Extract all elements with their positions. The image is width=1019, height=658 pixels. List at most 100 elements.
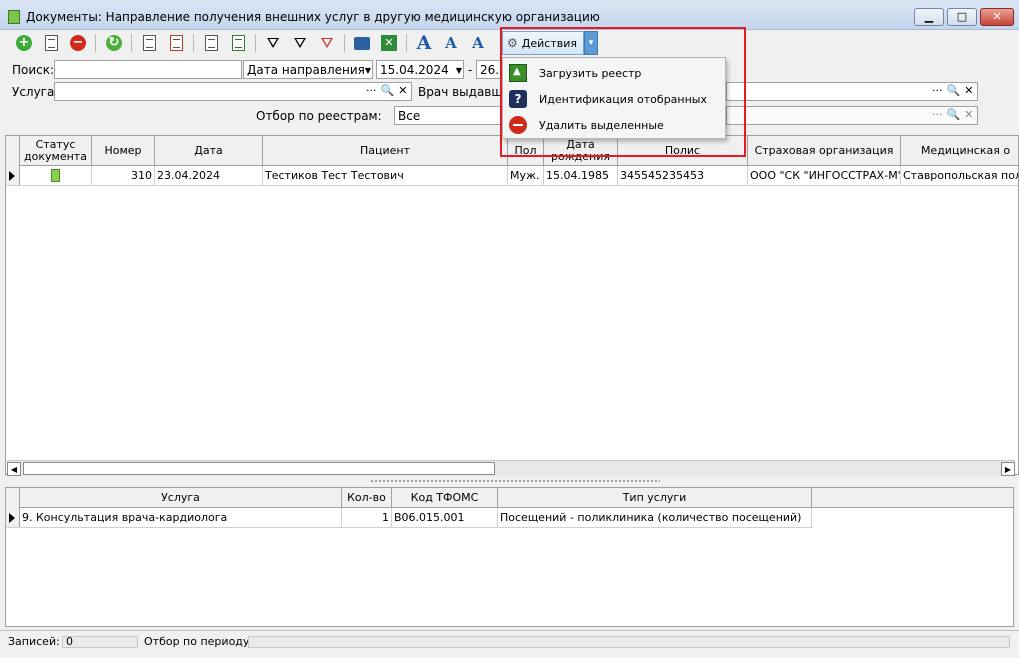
status-bar: Записей: 0 Отбор по периоду: <box>0 630 1019 658</box>
column-header[interactable]: Дата <box>155 136 263 166</box>
check-doc-button[interactable] <box>138 33 160 53</box>
column-header[interactable]: Статус документа <box>20 136 92 166</box>
menu-item-delete-selected[interactable]: Удалить выделенные <box>503 112 725 138</box>
column-header[interactable]: Код ТФОМС <box>392 488 498 508</box>
code-cell: B06.015.001 <box>392 508 498 527</box>
records-value: 0 <box>66 635 73 648</box>
service-type-cell: Посещений - поликлиника (количество посе… <box>498 508 812 527</box>
qty-cell: 1 <box>342 508 392 527</box>
birth-date-cell: 15.04.1985 <box>544 166 618 185</box>
column-header[interactable]: Страховая организация <box>748 136 901 166</box>
search-label: Поиск: <box>12 63 55 77</box>
column-header[interactable]: Полис <box>618 136 748 166</box>
column-chooser-icon[interactable] <box>6 136 20 166</box>
toolbar-separator <box>255 34 256 52</box>
refresh-button[interactable]: ↻ <box>103 33 125 53</box>
column-header[interactable]: Пол <box>508 136 544 166</box>
delete-icon <box>509 116 527 134</box>
filter-clear-button[interactable]: ⛛ <box>316 33 338 53</box>
cancel-doc-button[interactable] <box>165 33 187 53</box>
toolbar-separator <box>131 34 132 52</box>
gender-cell: Муж. <box>508 166 544 185</box>
minimize-button[interactable]: ▁ <box>914 8 944 26</box>
clear-icon[interactable]: ✕ <box>964 108 973 121</box>
column-header[interactable]: Услуга <box>20 488 342 508</box>
search-icon[interactable]: 🔍 <box>381 84 395 97</box>
column-header[interactable]: Дата рождения <box>544 136 618 166</box>
registry-field-buttons: ··· 🔍 ✕ <box>932 108 973 121</box>
clear-icon[interactable]: ✕ <box>964 84 973 97</box>
maximize-button[interactable]: □ <box>947 8 977 26</box>
add-icon: + <box>16 35 32 51</box>
panel-splitter[interactable] <box>370 479 660 484</box>
actions-label: Действия <box>521 36 577 50</box>
print-button[interactable] <box>351 33 373 53</box>
clear-icon[interactable]: ✕ <box>398 84 407 97</box>
excel-button[interactable]: ✕ <box>378 33 400 53</box>
actions-dropdown-arrow[interactable]: ▾ <box>584 31 598 55</box>
service-input[interactable] <box>54 82 412 101</box>
actions-menu: Загрузить реестр ? Идентификация отобран… <box>502 57 726 139</box>
search-input[interactable] <box>54 60 242 79</box>
ellipsis-icon[interactable]: ··· <box>932 108 943 121</box>
close-button[interactable]: ✕ <box>980 8 1014 26</box>
row-pointer-icon <box>9 513 15 523</box>
table-row[interactable]: 310 23.04.2024 Тестиков Тест Тестович Му… <box>6 166 1018 186</box>
horizontal-scrollbar[interactable]: ◀ ▶ <box>7 460 1015 476</box>
scroll-right-icon[interactable]: ▶ <box>1001 462 1015 476</box>
period-label: Отбор по периоду: <box>144 635 254 648</box>
paste-icon <box>231 35 245 51</box>
toolbar-separator <box>95 34 96 52</box>
column-header[interactable]: Тип услуги <box>498 488 812 508</box>
search-icon[interactable]: 🔍 <box>947 108 961 121</box>
menu-item-label: Идентификация отобранных <box>539 93 707 106</box>
delete-button[interactable]: − <box>67 33 89 53</box>
ellipsis-icon[interactable]: ··· <box>932 84 943 97</box>
doctor-field-buttons: ··· 🔍 ✕ <box>932 84 973 97</box>
date-separator: - <box>468 63 473 77</box>
registry-label: Отбор по реестрам: <box>256 109 382 123</box>
date-from-input[interactable]: 15.04.2024 ▼ <box>376 60 464 79</box>
documents-grid: Статус документа Номер Дата Пациент Пол … <box>5 135 1019 475</box>
font-increase-icon: A <box>416 32 432 54</box>
gear-icon: ⚙ <box>507 36 518 50</box>
insurer-cell: ООО "СК "ИНГОССТРАХ-М" <box>748 166 901 185</box>
table-row[interactable]: 9. Консультация врача-кардиолога 1 B06.0… <box>6 508 813 528</box>
scroll-thumb[interactable] <box>23 462 495 475</box>
font-decrease-icon: A <box>445 34 457 52</box>
filter-edit-button[interactable]: ⛛ <box>289 33 311 53</box>
date-type-select[interactable]: Дата направления ▼ <box>243 60 373 79</box>
row-pointer-icon <box>9 171 15 181</box>
grid-header: Услуга Кол-во Код ТФОМС Тип услуги <box>6 488 1013 508</box>
doctor-label: Врач выдавши <box>418 85 511 99</box>
column-header[interactable]: Медицинская о <box>901 136 1018 166</box>
column-header[interactable]: Кол-во <box>342 488 392 508</box>
ellipsis-icon[interactable]: ··· <box>366 84 377 97</box>
records-field: 0 <box>62 635 138 648</box>
delete-icon: − <box>70 35 86 51</box>
column-header[interactable]: Номер <box>92 136 155 166</box>
print-icon <box>354 36 370 50</box>
registry-select[interactable]: Все <box>394 106 504 125</box>
services-grid: Услуга Кол-во Код ТФОМС Тип услуги 9. Ко… <box>5 487 1014 627</box>
menu-item-identify[interactable]: ? Идентификация отобранных <box>503 86 725 112</box>
menu-item-load-registry[interactable]: Загрузить реестр <box>503 60 725 86</box>
font-reset-button[interactable]: A <box>467 33 489 53</box>
edit-button[interactable] <box>40 33 62 53</box>
paste-button[interactable] <box>227 33 249 53</box>
status-cell <box>20 166 92 185</box>
copy-button[interactable] <box>200 33 222 53</box>
column-header[interactable]: Пациент <box>263 136 508 166</box>
filter-button[interactable]: ⛛ <box>262 33 284 53</box>
add-button[interactable]: + <box>13 33 35 53</box>
copy-icon <box>204 35 218 51</box>
scroll-left-icon[interactable]: ◀ <box>7 462 21 476</box>
search-icon[interactable]: 🔍 <box>947 84 961 97</box>
filter-edit-icon: ⛛ <box>293 34 307 52</box>
font-increase-button[interactable]: A <box>413 32 435 54</box>
font-decrease-button[interactable]: A <box>440 33 462 53</box>
column-chooser-icon[interactable] <box>6 488 20 508</box>
menu-item-label: Загрузить реестр <box>539 67 642 80</box>
toolbar-separator <box>344 34 345 52</box>
actions-button[interactable]: ⚙ Действия <box>502 31 584 55</box>
